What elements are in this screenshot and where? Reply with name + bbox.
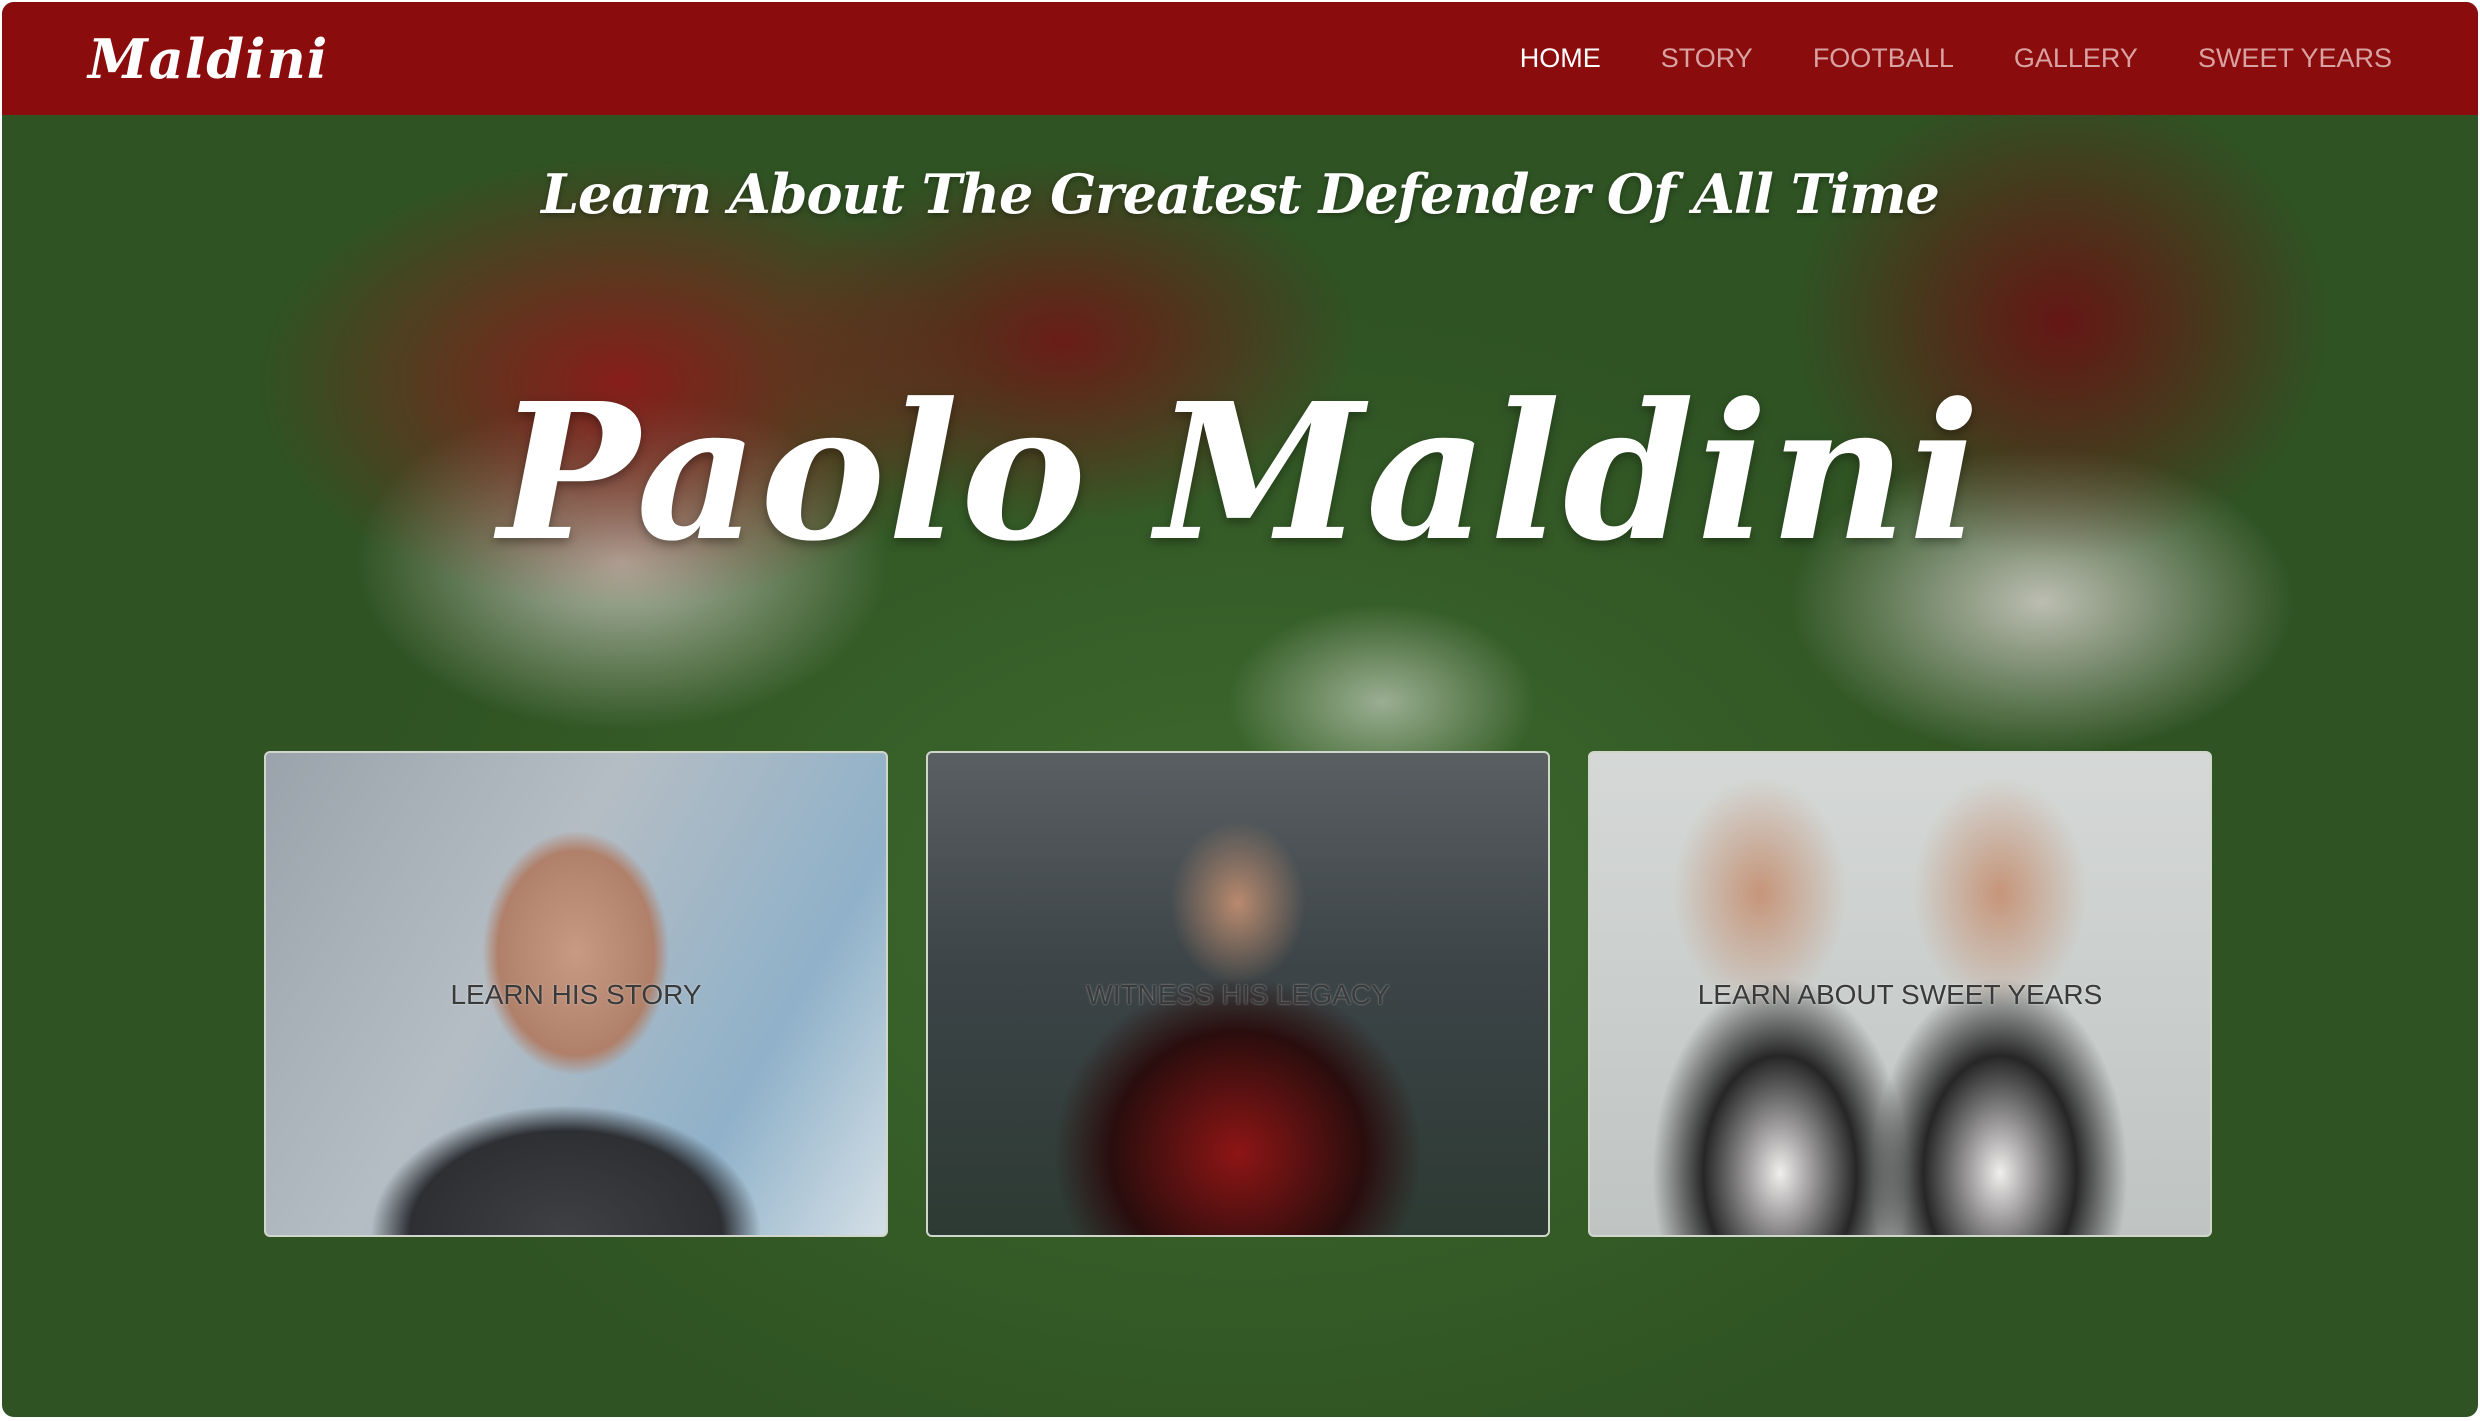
brand-logo[interactable]: Maldini	[88, 27, 328, 91]
nav-link-story[interactable]: STORY	[1661, 43, 1753, 74]
hero-title: Paolo Maldini	[497, 362, 1983, 583]
card-sweet-years-label: LEARN ABOUT SWEET YEARS	[1697, 979, 2103, 1010]
card-story[interactable]: LEARN HIS STORY	[264, 751, 888, 1237]
card-sweet-years[interactable]: LEARN ABOUT SWEET YEARS	[1588, 751, 2212, 1237]
card-legacy-label: WITNESS HIS LEGACY	[1086, 979, 1390, 1010]
hero-tagline: Learn About The Greatest Defender Of All…	[541, 162, 1940, 226]
card-legacy[interactable]: WITNESS HIS LEGACY	[926, 751, 1550, 1237]
page-background: Maldini HOME STORY FOOTBALL GALLERY SWEE…	[2, 2, 2478, 1417]
nav-link-sweet-years[interactable]: SWEET YEARS	[2198, 43, 2392, 74]
navbar: Maldini HOME STORY FOOTBALL GALLERY SWEE…	[2, 2, 2478, 115]
nav-link-home[interactable]: HOME	[1520, 43, 1601, 74]
nav-link-gallery[interactable]: GALLERY	[2014, 43, 2138, 74]
card-story-label: LEARN HIS STORY	[450, 979, 702, 1010]
nav-links: HOME STORY FOOTBALL GALLERY SWEET YEARS	[1520, 43, 2392, 74]
nav-link-football[interactable]: FOOTBALL	[1813, 43, 1954, 74]
